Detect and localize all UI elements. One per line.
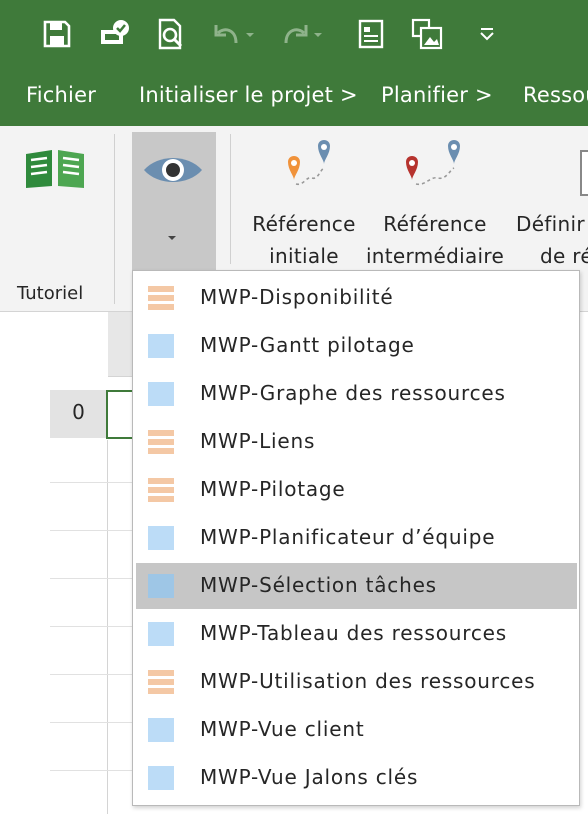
column-header-strip [108,312,133,377]
milestone-pins-icon [406,140,460,186]
image-icon[interactable] [410,14,444,54]
row-number: 0 [72,400,85,424]
define-label-line1: Définir [516,212,585,236]
interim-button[interactable]: Référence intermédiaire [362,134,508,274]
usage-view-icon [148,430,174,454]
usage-view-icon [148,478,174,502]
group-separator [114,134,115,304]
grid-line [50,482,140,483]
quick-access-toolbar [0,0,588,68]
interim-label-line1: Référence [383,212,487,236]
usage-view-icon [148,670,174,694]
grid-line [50,626,140,627]
view-item-label: MWP-Planificateur d’équipe [200,525,496,549]
view-item-gantt-pilotage[interactable]: MWP-Gantt pilotage [136,323,577,369]
view-item-tableau-des-ressources[interactable]: MWP-Tableau des ressources [136,611,577,657]
interim-label-line2: intermédiaire [365,244,505,268]
views-button[interactable] [132,132,216,270]
define-icon [580,150,588,196]
view-item-utilisation-des-ressources[interactable]: MWP-Utilisation des ressources [136,659,577,705]
customize-icon[interactable] [470,14,504,54]
view-item-label: MWP-Utilisation des ressources [200,669,536,693]
view-item-planificateur-equipe[interactable]: MWP-Planificateur d’équipe [136,515,577,561]
grid-gutter-line [107,440,108,814]
task-view-icon [148,574,174,598]
task-view-icon [148,334,174,358]
view-item-vue-jalons-cles[interactable]: MWP-Vue Jalons clés [136,755,577,801]
view-item-label: MWP-Vue Jalons clés [200,765,419,789]
milestone-pins-icon [288,140,330,186]
define-label-line2: de ré [540,244,588,268]
ribbon-tab-bar: Fichier Initialiser le projet > Planifie… [0,68,588,126]
tab-planifier[interactable]: Planifier > [381,83,493,107]
book-icon [26,150,84,188]
view-item-label: MWP-Disponibilité [200,285,394,309]
grid-line [50,770,140,771]
task-view-icon [148,526,174,550]
view-item-label: MWP-Graphe des ressources [200,381,506,405]
view-item-graphe-des-ressources[interactable]: MWP-Graphe des ressources [136,371,577,417]
view-item-label: MWP-Liens [200,429,316,453]
views-dropdown-menu: MWP-Disponibilité MWP-Gantt pilotage MWP… [132,270,580,806]
document-icon[interactable] [354,14,388,54]
grid-line [50,674,140,675]
baseline-label-line1: Référence [252,212,356,236]
grid-line [50,530,140,531]
tab-initialiser-le-projet[interactable]: Initialiser le projet > [139,83,358,107]
tutorial-button[interactable] [22,146,88,196]
tab-ressources[interactable]: Ressou [523,83,588,107]
save-icon[interactable] [40,14,74,54]
view-item-label: MWP-Tableau des ressources [200,621,507,645]
undo-icon[interactable] [212,14,258,54]
view-item-vue-client[interactable]: MWP-Vue client [136,707,577,753]
grid-line [50,578,140,579]
grid-line [50,722,140,723]
baseline-label-line2: initiale [269,244,339,268]
tab-fichier[interactable]: Fichier [26,83,96,107]
view-item-label: MWP-Sélection tâches [200,573,437,597]
baseline-button[interactable]: Référence initiale [248,134,360,274]
group-separator [230,134,231,264]
chevron-down-icon [168,236,176,240]
view-item-pilotage[interactable]: MWP-Pilotage [136,467,577,513]
tutorial-group-label: Tutoriel [17,283,84,304]
view-item-disponibilite[interactable]: MWP-Disponibilité [136,275,577,321]
task-view-icon [148,382,174,406]
task-view-icon [148,766,174,790]
sync-icon[interactable] [98,14,132,54]
task-view-icon [148,718,174,742]
define-button[interactable]: Définir de ré [512,134,588,274]
print-preview-icon[interactable] [155,14,189,54]
redo-icon[interactable] [280,14,326,54]
eye-icon [144,158,202,182]
view-item-label: MWP-Pilotage [200,477,346,501]
view-item-label: MWP-Vue client [200,717,365,741]
view-item-label: MWP-Gantt pilotage [200,333,415,357]
view-item-liens[interactable]: MWP-Liens [136,419,577,465]
view-item-selection-taches[interactable]: MWP-Sélection tâches [136,563,577,609]
usage-view-icon [148,286,174,310]
task-view-icon [148,622,174,646]
